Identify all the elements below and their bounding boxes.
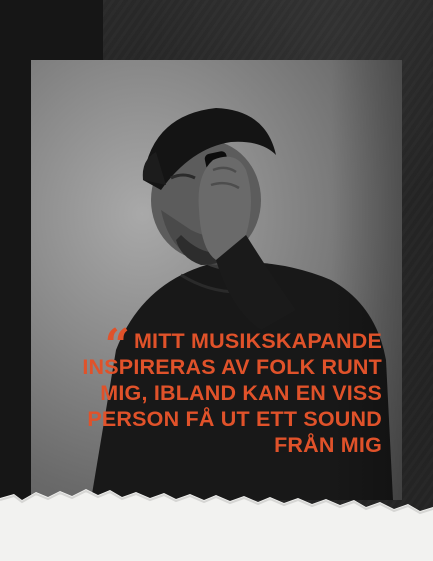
torn-paper-edge — [0, 489, 433, 561]
quote-line-2: INSPIRERAS AV FOLK RUNT — [82, 355, 382, 379]
quote-line-1: “MITT MUSIKSKAPANDE — [104, 320, 382, 371]
quote-line-5: FRÅN MIG — [274, 433, 382, 457]
pull-quote: “MITT MUSIKSKAPANDE INSPIRERAS AV FOLK R… — [42, 320, 382, 458]
quote-line-4: PERSON FÅ UT ETT SOUND — [87, 407, 382, 431]
quote-line-3: MIG, IBLAND KAN EN VISS — [100, 381, 382, 405]
portrait-photo: “MITT MUSIKSKAPANDE INSPIRERAS AV FOLK R… — [31, 60, 402, 500]
